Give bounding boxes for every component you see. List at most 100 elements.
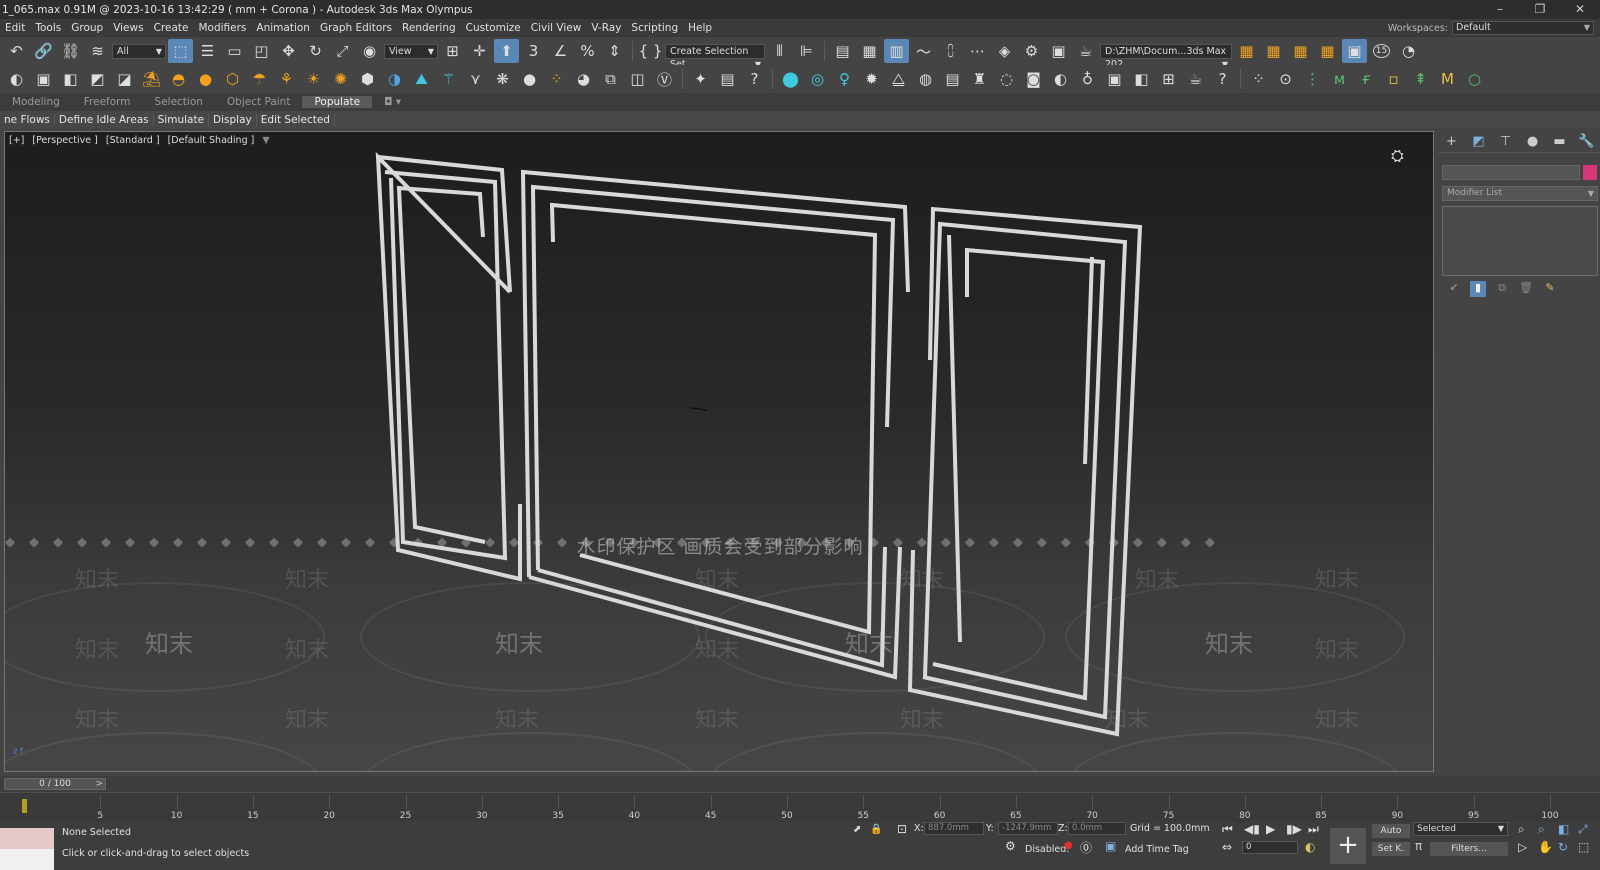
maximize-button[interactable]: ❐ (1520, 0, 1560, 19)
time-slider[interactable]: 0 / 100 > (4, 778, 106, 790)
pin-stack-icon[interactable]: ✔ (1446, 281, 1462, 297)
auto-key-button[interactable]: Auto (1372, 824, 1410, 838)
vray-help-icon[interactable]: ? (1210, 67, 1235, 91)
sync-icon[interactable]: ◔ (1396, 39, 1421, 63)
snap-m2-icon[interactable]: M (1435, 67, 1460, 91)
object-color-swatch[interactable] (1583, 165, 1597, 180)
time-tag-icon[interactable]: ▣ (1105, 839, 1116, 853)
placement-icon[interactable]: ◉ (357, 39, 382, 63)
layer-explorer-icon[interactable]: ▦ (857, 39, 882, 63)
configure-sets-icon[interactable]: ✎ (1542, 281, 1558, 297)
menu-create[interactable]: Create (149, 22, 194, 34)
perspective-viewport[interactable]: [+] [Perspective ] [Standard ] [Default … (4, 131, 1434, 772)
render-production-icon[interactable]: ☕ (1073, 39, 1098, 63)
zoom-icon[interactable]: ⌕ (1518, 822, 1525, 837)
set-key-button[interactable]: + (1330, 828, 1366, 864)
vray-material-ball-icon[interactable]: ● (517, 67, 542, 91)
align-icon[interactable]: ⊫ (794, 39, 819, 63)
add-to-layer-icon[interactable]: ▦ (1315, 39, 1340, 63)
vray-multi-icon[interactable]: ⁘ (544, 67, 569, 91)
filter-icon[interactable]: ▼ (262, 135, 269, 146)
show-end-result-icon[interactable]: ▮ (1470, 281, 1486, 297)
ribbon-button-edit-selected[interactable]: Edit Selected (257, 113, 335, 126)
filters-button[interactable]: Filters... (1430, 842, 1508, 856)
x-coordinate-field[interactable]: 887.0mm (924, 822, 984, 835)
next-frame-icon[interactable]: > (95, 779, 103, 789)
field-of-view-icon[interactable]: ▷ (1518, 840, 1527, 854)
link-icon[interactable]: 🔗 (31, 39, 56, 63)
vray-fur-icon[interactable]: ⚚ (436, 67, 461, 91)
utilities-tab-icon[interactable]: 🔧 (1577, 134, 1597, 149)
vray-vfb-icon[interactable]: ▣ (1102, 67, 1127, 91)
vray-decal-icon[interactable]: ◌ (994, 67, 1019, 91)
remove-modifier-icon[interactable]: 🗑 (1518, 281, 1534, 297)
vray-teapot-icon[interactable]: ☕ (1183, 67, 1208, 91)
bind-spacewarp-icon[interactable]: ≋ (85, 39, 110, 63)
vray-proxy-icon[interactable]: ◍ (913, 67, 938, 91)
menu-help[interactable]: Help (683, 22, 717, 34)
make-unique-icon[interactable]: ⧉ (1494, 281, 1510, 297)
light-sphere-icon[interactable]: ● (193, 67, 218, 91)
key-tangent-icon[interactable]: π (1415, 839, 1422, 853)
spinner-snap-icon[interactable]: ⇕ (602, 39, 627, 63)
select-by-name-icon[interactable]: ☰ (195, 39, 220, 63)
menu-modifiers[interactable]: Modifiers (193, 22, 251, 34)
zoom-all-icon[interactable]: ⌕ (1538, 822, 1545, 837)
light-dome2-icon[interactable]: ✹ (859, 67, 884, 91)
proxy-icon[interactable]: ⬢ (355, 67, 380, 91)
maximize-viewport-icon[interactable]: ⬚ (1578, 840, 1589, 854)
viewport-shading-menu[interactable]: [Default Shading ] (168, 135, 255, 146)
set-key-mode-button[interactable]: Set K. (1372, 842, 1410, 856)
tab-freeform[interactable]: Freeform (72, 96, 143, 108)
modifier-list-dropdown[interactable]: Modifier List ▼ (1442, 186, 1598, 201)
select-manipulate-icon[interactable]: ✛ (467, 39, 492, 63)
tab-selection[interactable]: Selection (143, 96, 215, 108)
window-crossing-icon[interactable]: ◰ (249, 39, 274, 63)
ribbon-button-define-idle-areas[interactable]: Define Idle Areas (55, 113, 154, 126)
viewport-layout-icon[interactable]: ▣ (1342, 39, 1367, 63)
vray-grass-icon[interactable]: ⋎ (463, 67, 488, 91)
viewport-label[interactable]: [+] [Perspective ] [Standard ] [Default … (9, 135, 275, 146)
add-time-tag[interactable]: Add Time Tag (1125, 844, 1189, 855)
motion-tab-icon[interactable]: ● (1523, 134, 1543, 149)
curve-editor-icon[interactable]: 〜 (911, 39, 936, 63)
workspaces-dropdown[interactable]: Default ▼ (1452, 21, 1594, 35)
camera-physical-icon[interactable]: ⬤ (778, 67, 803, 91)
play-icon[interactable]: ▶ (1266, 822, 1275, 836)
vray-enmesh-icon[interactable]: ◐ (1048, 67, 1073, 91)
snap-arrow-icon[interactable]: ⇞ (1408, 67, 1433, 91)
zoom-extents-icon[interactable]: ◧ (1558, 822, 1569, 836)
ribbon-options-icon[interactable]: ◘ ▾ (372, 96, 413, 108)
lock-selection-icon[interactable]: 🔒 (870, 824, 882, 835)
light-omni-icon[interactable]: ⛱ (139, 67, 164, 91)
dope-sheet-icon[interactable]: ⩇ (938, 39, 963, 63)
snap-dot-icon[interactable]: ▫ (1381, 67, 1406, 91)
snap-vertical-icon[interactable]: ⋮ (1300, 67, 1325, 91)
vray-sphere-icon[interactable]: ◑ (382, 67, 407, 91)
snap-o-icon[interactable]: ○ (1462, 67, 1487, 91)
named-selection-dropdown[interactable]: Create Selection Set ▼ (665, 43, 765, 70)
menu-views[interactable]: Views (108, 22, 148, 34)
snap-m-icon[interactable]: м (1327, 67, 1352, 91)
viewport-standard-menu[interactable]: [Standard ] (106, 135, 160, 146)
modifier-stack[interactable] (1442, 206, 1598, 276)
viewport-view-menu[interactable]: [Perspective ] (32, 135, 97, 146)
current-frame-field[interactable]: 0 (1242, 841, 1298, 854)
display-tab-icon[interactable]: ▬ (1550, 134, 1570, 149)
y-coordinate-field[interactable]: -1247.9mm (998, 822, 1058, 835)
adaptive-degradation-icon[interactable]: ⚙ (1005, 839, 1016, 853)
mirror-icon[interactable]: ⫴ (767, 39, 792, 63)
rendered-frame-window-icon[interactable]: ▣ (1046, 39, 1071, 63)
keyboard-shortcut-override-icon[interactable]: ⬆ (494, 39, 519, 63)
create-layer-icon[interactable]: ▦ (1288, 39, 1313, 63)
scale-icon[interactable]: ⤢ (330, 39, 355, 63)
menu-vray[interactable]: V-Ray (586, 22, 626, 34)
vray-converter-icon[interactable]: ⧉ (598, 67, 623, 91)
tab-object-paint[interactable]: Object Paint (215, 96, 303, 108)
menu-graph-editors[interactable]: Graph Editors (315, 22, 397, 34)
snaps-toggle-icon[interactable]: 3 (521, 39, 546, 63)
isolate-icon[interactable]: ⬈ (853, 824, 861, 835)
menu-customize[interactable]: Customize (461, 22, 526, 34)
viewcube-hat-icon[interactable]: ⛭ (1391, 146, 1425, 168)
toggle-ribbon-icon[interactable]: ▥ (884, 39, 909, 63)
